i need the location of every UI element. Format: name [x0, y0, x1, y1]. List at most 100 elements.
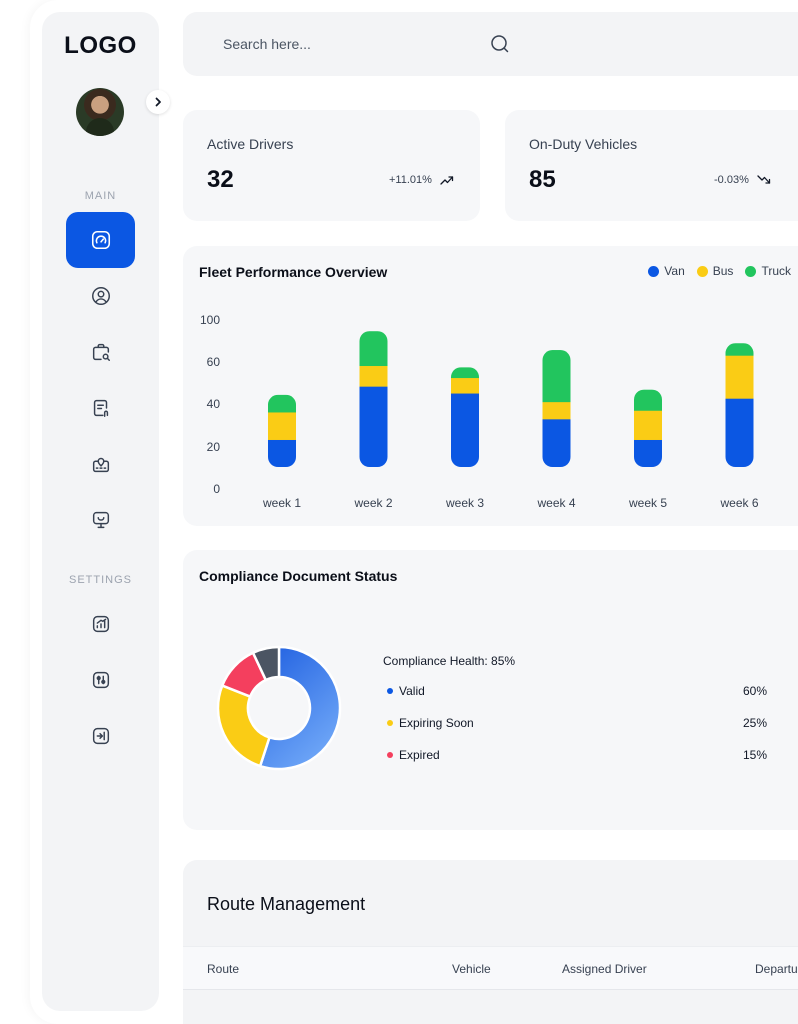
compliance-row-valid: Valid 60% — [387, 684, 767, 698]
bar-stack[interactable] — [359, 331, 388, 467]
bar-segment-van[interactable] — [359, 386, 388, 467]
route-table-header: Route Vehicle Assigned Driver Departu — [183, 946, 798, 990]
compliance-pct: 15% — [742, 748, 767, 762]
fleet-performance-card: Fleet Performance Overview Van Bus Truck… — [183, 246, 798, 526]
document-attachment-icon — [93, 399, 108, 417]
compliance-card: Compliance Document Status Compliance He… — [183, 550, 798, 830]
stat-change: +11.01% — [389, 174, 454, 186]
y-tick-label: 40 — [207, 397, 221, 411]
bar-segment-van[interactable] — [634, 439, 662, 467]
x-tick-label: week 3 — [445, 496, 484, 510]
fleet-bar-chart: 0 20 40 60 100 week 1 week 2 week 3 week 4 week 5… — [200, 313, 759, 510]
bar-stack[interactable] — [725, 343, 754, 467]
nav-reports[interactable] — [66, 596, 135, 652]
briefcase-search-icon — [92, 343, 110, 361]
bullet-expired — [387, 752, 393, 758]
x-tick-label: week 4 — [536, 496, 575, 510]
x-tick-label: week 5 — [628, 496, 667, 510]
bar-segment-van[interactable] — [268, 439, 296, 467]
bar-segment-van[interactable] — [725, 398, 754, 467]
bar-segment-bus[interactable] — [268, 411, 296, 440]
search-input[interactable] — [223, 32, 483, 56]
bar-segment-bus[interactable] — [542, 401, 571, 420]
nav-dashboard[interactable] — [66, 212, 135, 268]
nav-logout[interactable] — [66, 708, 135, 764]
stat-value: 85 — [529, 166, 556, 193]
stat-change-value: -0.03% — [714, 174, 749, 186]
stat-card-active-drivers: Active Drivers 32 +11.01% — [183, 110, 480, 221]
nav-documents[interactable] — [66, 380, 135, 436]
nav-support[interactable] — [66, 492, 135, 548]
bar-segment-truck[interactable] — [268, 394, 296, 413]
trend-down-icon — [757, 175, 771, 184]
monitor-chat-icon — [92, 511, 109, 529]
search-bar — [183, 12, 798, 76]
compliance-row-expiring: Expiring Soon 25% — [387, 716, 767, 730]
y-tick-label: 60 — [207, 355, 221, 369]
bar-segment-truck[interactable] — [634, 389, 662, 411]
route-management-card: Route Management Route Vehicle Assigned … — [183, 860, 798, 1024]
settings-section-label: SETTINGS — [68, 574, 132, 586]
bar-segment-bus[interactable] — [451, 377, 479, 394]
bar-segment-truck[interactable] — [359, 331, 388, 367]
nav-settings[interactable] — [66, 652, 135, 708]
stat-title: On-Duty Vehicles — [529, 136, 638, 152]
column-header-departure[interactable]: Departu — [755, 962, 798, 976]
bar-segment-truck[interactable] — [451, 367, 479, 379]
bar-segment-truck[interactable] — [542, 350, 571, 403]
bar-segment-truck[interactable] — [725, 343, 754, 356]
bar-stack[interactable] — [634, 389, 662, 467]
bar-segment-van[interactable] — [451, 393, 479, 467]
compliance-title: Compliance Document Status — [199, 568, 398, 584]
compliance-label: Expired — [399, 748, 440, 762]
sidebar-toggle-button[interactable] — [146, 90, 170, 114]
donut-segment-expiring[interactable] — [216, 684, 271, 768]
y-tick-label: 100 — [200, 313, 220, 327]
bar-segment-bus[interactable] — [359, 365, 388, 387]
bar-segment-bus[interactable] — [634, 410, 662, 440]
trend-up-icon — [440, 176, 454, 185]
nav-drivers[interactable] — [66, 268, 135, 324]
column-header-route[interactable]: Route — [207, 962, 239, 976]
nav-vehicles[interactable] — [66, 324, 135, 380]
logo: LOGO — [64, 32, 137, 59]
nav-routes[interactable] — [66, 436, 135, 492]
x-tick-label: week 6 — [719, 496, 758, 510]
compliance-pct: 60% — [742, 684, 767, 698]
speedometer-icon — [91, 230, 110, 250]
stat-title: Active Drivers — [207, 136, 294, 152]
search-icon[interactable] — [490, 34, 510, 54]
map-pin-icon — [92, 457, 109, 473]
bullet-valid — [387, 688, 393, 694]
compliance-label: Expiring Soon — [399, 716, 474, 730]
x-tick-label: week 1 — [262, 496, 301, 510]
bar-stack[interactable] — [542, 350, 571, 467]
bullet-expiring — [387, 720, 393, 726]
compliance-pct: 25% — [742, 716, 767, 730]
compliance-label: Valid — [399, 684, 425, 698]
sidebar: LOGO MAIN SETTINGS — [42, 12, 159, 1011]
bar-stack[interactable] — [451, 367, 479, 467]
logout-icon — [92, 727, 109, 745]
y-tick-label: 20 — [207, 440, 221, 454]
stat-value: 32 — [207, 166, 234, 193]
bar-segment-bus[interactable] — [725, 355, 754, 399]
compliance-donut-chart — [216, 645, 342, 771]
stat-card-on-duty-vehicles: On-Duty Vehicles 85 -0.03% — [505, 110, 798, 221]
stat-change: -0.03% — [714, 174, 771, 186]
sliders-icon — [92, 671, 109, 689]
compliance-health: Compliance Health: 85% — [383, 654, 516, 668]
user-circle-icon — [91, 287, 110, 305]
bar-segment-van[interactable] — [542, 418, 571, 467]
bar-stack[interactable] — [268, 394, 296, 467]
chevron-right-icon — [155, 97, 161, 107]
x-tick-label: week 2 — [353, 496, 392, 510]
main-section-label: MAIN — [84, 190, 117, 202]
stat-change-value: +11.01% — [389, 174, 432, 186]
column-header-driver[interactable]: Assigned Driver — [562, 962, 647, 976]
avatar[interactable] — [76, 88, 124, 136]
route-title: Route Management — [207, 894, 366, 914]
column-header-vehicle[interactable]: Vehicle — [452, 962, 491, 976]
chart-growth-icon — [92, 615, 109, 633]
compliance-row-expired: Expired 15% — [387, 748, 767, 762]
